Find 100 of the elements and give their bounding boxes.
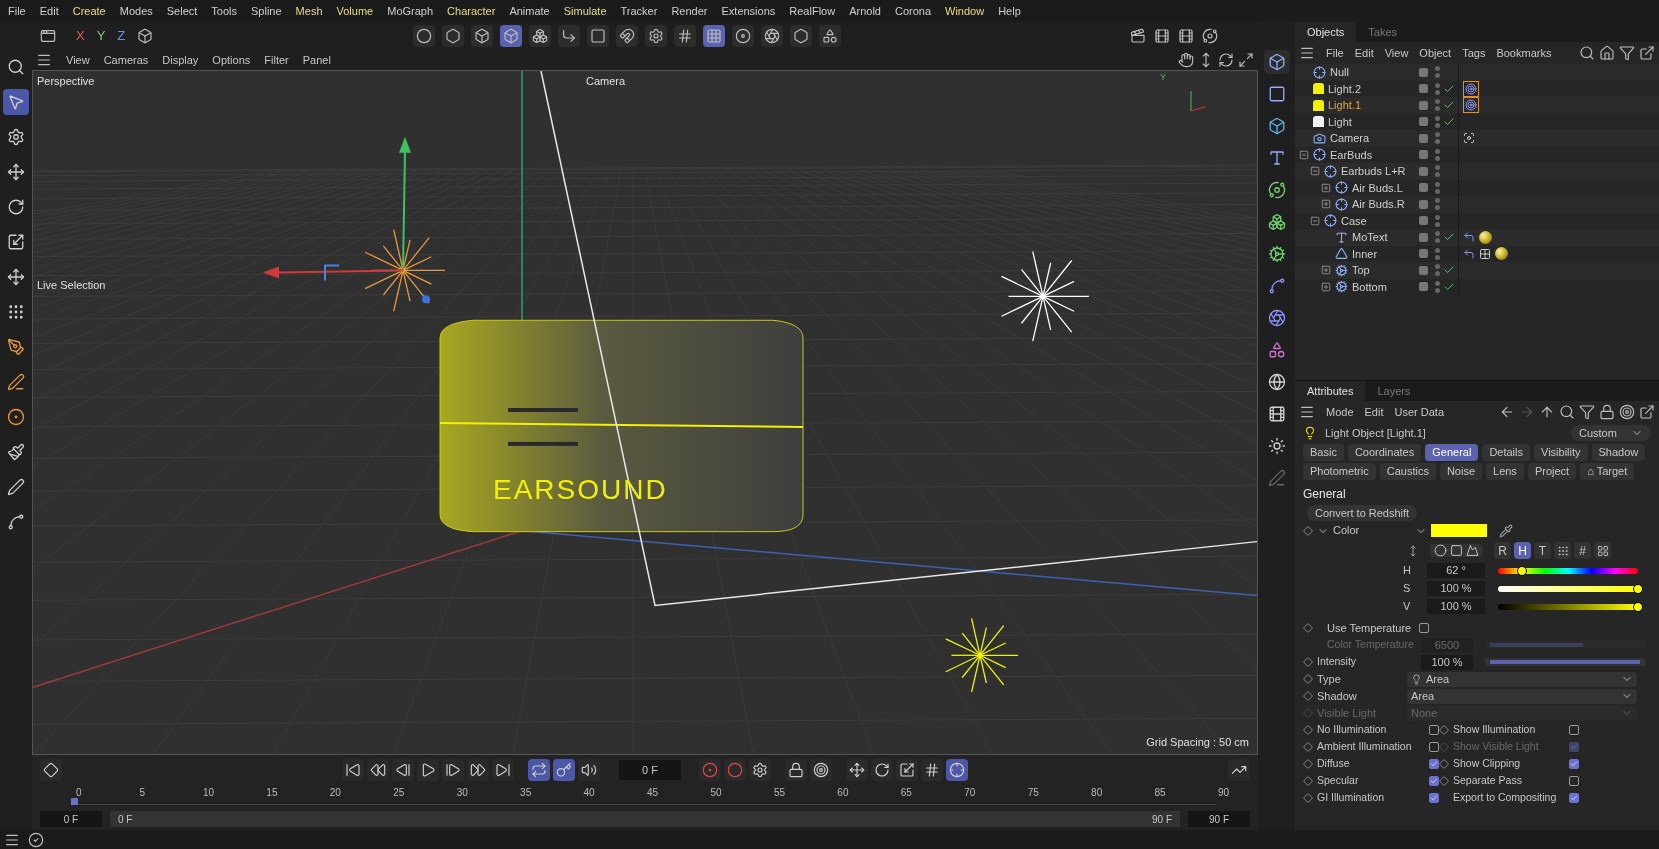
swatches-icon[interactable] (1556, 544, 1569, 557)
square-icon[interactable] (1267, 85, 1286, 103)
slider-thumb[interactable] (1633, 601, 1643, 612)
panel-menu-item[interactable]: File (1326, 44, 1344, 62)
external-link-icon[interactable] (1639, 45, 1655, 61)
magnet-icon[interactable] (619, 28, 636, 44)
menu-item[interactable]: Simulate (563, 2, 607, 20)
menu-item[interactable]: Corona (894, 2, 932, 20)
color-swatch[interactable] (1431, 524, 1487, 537)
menu-item[interactable]: File (8, 2, 26, 20)
panel-menu-item[interactable]: View (1384, 44, 1409, 62)
menu-item[interactable]: Help (998, 2, 1021, 20)
view-menu-item[interactable]: View (66, 51, 90, 69)
visibility-dots[interactable] (1435, 264, 1440, 277)
keyframe-diamond-icon[interactable] (1303, 623, 1313, 633)
orbit-icon[interactable] (1267, 181, 1286, 199)
up-icon[interactable] (1539, 404, 1555, 420)
value-field[interactable]: 100 % (1421, 654, 1473, 670)
move-icon[interactable] (7, 268, 25, 286)
checkbox[interactable] (1569, 793, 1579, 803)
menu-item[interactable]: Tracker (620, 2, 658, 20)
visibility-dots[interactable] (1435, 214, 1440, 227)
dropdown[interactable]: Area (1407, 688, 1637, 704)
channel-value-field[interactable]: 100 % (1427, 599, 1485, 614)
menu-item[interactable]: Volume (336, 2, 374, 20)
checkbox[interactable] (1419, 623, 1429, 633)
eyedropper-icon[interactable] (1499, 523, 1513, 538)
hash-icon[interactable] (677, 28, 694, 44)
hexagon-icon[interactable] (793, 28, 810, 44)
checkbox[interactable] (1429, 742, 1439, 752)
rotate-icon[interactable] (874, 762, 890, 778)
fast-forward-icon[interactable] (470, 762, 486, 778)
slider-track[interactable] (1485, 658, 1645, 666)
expand-icon[interactable] (1321, 199, 1331, 210)
collapse-icon[interactable] (1310, 166, 1320, 177)
attribute-tab[interactable]: Basic (1303, 444, 1344, 461)
panel-menu-item[interactable]: Tags (1462, 44, 1486, 62)
aperture-icon[interactable] (1267, 309, 1286, 327)
menu-item[interactable]: MoGraph (387, 2, 434, 20)
circle-icon[interactable] (1434, 544, 1447, 557)
attribute-tab[interactable]: Details (1482, 444, 1530, 461)
aperture-icon[interactable] (764, 28, 781, 44)
search-icon[interactable] (1559, 404, 1575, 420)
skip-forward-icon[interactable] (495, 762, 511, 778)
scale-icon[interactable] (7, 233, 25, 251)
circle-icon[interactable] (727, 762, 743, 778)
orbit-icon[interactable] (1202, 28, 1218, 44)
visibility-dots[interactable] (1435, 165, 1440, 178)
view-menu-item[interactable]: Options (212, 51, 251, 69)
lightbulb-icon[interactable] (1303, 426, 1317, 440)
visibility-dots[interactable] (1435, 82, 1440, 95)
current-frame-field[interactable]: 0 F (619, 760, 681, 780)
color-label[interactable]: Color (1333, 522, 1411, 539)
maximize-icon[interactable] (1238, 52, 1254, 68)
focus-icon[interactable] (1463, 132, 1475, 145)
camera-label[interactable]: Camera (586, 73, 626, 90)
cube-icon[interactable] (137, 28, 154, 44)
channel-value-field[interactable]: 62 ° (1427, 563, 1485, 578)
square-icon[interactable] (1450, 544, 1463, 557)
attribute-tab[interactable]: ⌂ Target (1580, 463, 1635, 480)
menu-item[interactable]: Edit (39, 2, 59, 20)
spline-icon[interactable] (7, 513, 25, 531)
visibility-dots[interactable] (1435, 280, 1440, 293)
visibility-dots[interactable] (1435, 132, 1440, 145)
attribute-tab[interactable]: Shadow (1591, 444, 1646, 461)
panel-menu-item[interactable]: Edit (1354, 44, 1374, 62)
object-name[interactable]: Bottom (1352, 278, 1387, 295)
menu-icon[interactable] (36, 52, 52, 68)
target-icon[interactable] (1465, 99, 1477, 112)
panel-tab[interactable]: Takes (1356, 22, 1410, 42)
gear-icon[interactable] (752, 762, 768, 778)
film-icon[interactable] (1178, 28, 1194, 44)
key-icon[interactable] (556, 762, 572, 778)
tiles-icon[interactable] (1596, 544, 1609, 557)
checkbox[interactable] (1569, 725, 1579, 735)
lock-icon[interactable] (788, 762, 804, 778)
color-mode-button[interactable]: R (1494, 542, 1511, 559)
keyframe-diamond-icon[interactable] (1303, 525, 1313, 536)
back-icon[interactable] (1499, 404, 1515, 420)
object-name[interactable]: Light (1328, 113, 1352, 130)
gear-icon[interactable] (7, 128, 25, 146)
object-name[interactable]: Inner (1352, 245, 1378, 262)
disc-icon[interactable] (735, 28, 752, 44)
color-mode-button[interactable]: # (1574, 542, 1591, 559)
search-icon[interactable] (7, 58, 25, 76)
pen-icon[interactable] (7, 338, 25, 356)
square-icon[interactable] (590, 28, 607, 44)
visibility-dots[interactable] (1435, 148, 1440, 161)
search-icon[interactable] (1579, 45, 1595, 61)
step-back-icon[interactable] (395, 762, 411, 778)
panel-menu-item[interactable]: Object (1419, 44, 1452, 62)
corner-icon[interactable] (561, 28, 578, 44)
globe-icon[interactable] (1267, 373, 1286, 391)
pointer-icon[interactable] (7, 93, 25, 111)
menu-item[interactable]: Character (447, 2, 496, 20)
checkbox[interactable] (1569, 759, 1579, 769)
menu-item[interactable]: Extensions (721, 2, 776, 20)
visibility-dots[interactable] (1435, 231, 1440, 244)
menu-item[interactable]: Create (72, 2, 106, 20)
collapse-icon[interactable] (1299, 149, 1309, 160)
